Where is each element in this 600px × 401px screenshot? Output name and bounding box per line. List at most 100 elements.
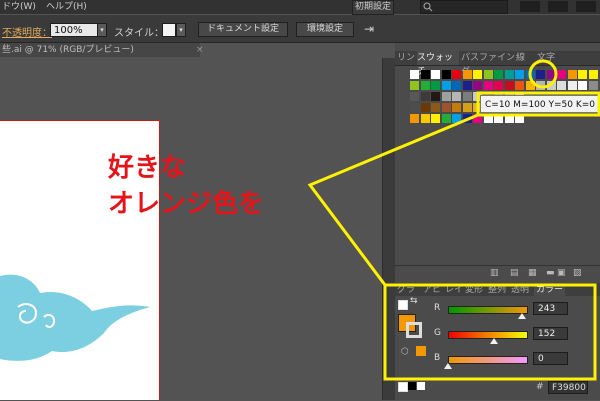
r-slider[interactable]: [448, 306, 528, 314]
close-icon[interactable]: [576, 1, 596, 12]
swatch-cell[interactable]: [462, 70, 472, 79]
stroke-color-box[interactable]: [406, 322, 422, 338]
vertical-scrollbar[interactable]: [382, 58, 395, 400]
opacity-dropdown-icon[interactable]: ▾: [97, 23, 107, 37]
g-slider[interactable]: [448, 331, 528, 339]
swatch-cell[interactable]: [473, 114, 482, 123]
swatch-cell[interactable]: [431, 103, 440, 112]
swatch-cell[interactable]: [504, 81, 514, 90]
swatch-cell[interactable]: [483, 70, 493, 79]
swatch-cell[interactable]: [441, 81, 451, 90]
swatch-cell[interactable]: [515, 81, 524, 90]
swatch-cell[interactable]: [410, 81, 419, 90]
menu-window[interactable]: ドウ(W): [2, 0, 36, 14]
swap-icon[interactable]: ⇆: [410, 296, 418, 306]
maximize-icon[interactable]: [548, 1, 568, 12]
tab-gradient[interactable]: グラ: [397, 283, 415, 297]
style-dropdown-icon[interactable]: ▾: [176, 23, 186, 37]
tab-layers[interactable]: レイ: [445, 283, 463, 297]
swatch-cell[interactable]: [578, 70, 587, 79]
swatch-cell[interactable]: [452, 92, 461, 101]
b-slider[interactable]: [448, 356, 528, 364]
help-search-input[interactable]: [420, 0, 508, 14]
swatch-cell[interactable]: [420, 81, 430, 90]
menu-help[interactable]: ヘルプ(H): [46, 0, 87, 14]
swatch-options-icon[interactable]: ▦: [528, 268, 537, 278]
swatch-cell[interactable]: [410, 92, 419, 101]
style-swatch[interactable]: [162, 23, 176, 37]
show-kinds-icon[interactable]: ▤: [510, 268, 519, 278]
tab-close-icon[interactable]: ×: [196, 45, 204, 55]
tab-links[interactable]: リン: [397, 51, 417, 65]
swatch-cell[interactable]: [441, 70, 451, 79]
b-input[interactable]: 0: [533, 352, 568, 365]
swatch-cell[interactable]: [536, 81, 545, 90]
tab-align[interactable]: 整列: [488, 283, 506, 297]
swatch-cell[interactable]: [441, 92, 451, 101]
swatch-cell[interactable]: [588, 70, 598, 79]
hex-input[interactable]: F39800: [548, 381, 588, 394]
swatch-cell[interactable]: [473, 70, 482, 79]
swatch-cell[interactable]: [452, 81, 461, 90]
swatch-cell[interactable]: [452, 103, 461, 112]
swatch-cell[interactable]: [504, 114, 514, 123]
swatch-cell[interactable]: [462, 92, 472, 101]
swatch-library-icon[interactable]: ▥: [490, 268, 499, 278]
tab-character[interactable]: 文字: [537, 51, 557, 65]
swatch-cell[interactable]: [515, 114, 524, 123]
swatch-cell[interactable]: [441, 114, 451, 123]
swatch-cell[interactable]: [431, 70, 440, 79]
tab-appearance[interactable]: アピ: [423, 283, 441, 297]
swatch-cell[interactable]: [578, 81, 587, 90]
arrange-icon[interactable]: ⇥: [364, 22, 374, 36]
document-settings-button[interactable]: ドキュメント設定: [198, 22, 288, 37]
tab-color[interactable]: カラー: [534, 283, 566, 297]
g-slider-thumb[interactable]: [490, 338, 499, 344]
swatch-cell[interactable]: [504, 70, 514, 79]
new-swatch-icon[interactable]: ▣: [557, 268, 566, 278]
swatch-cell[interactable]: [483, 81, 493, 90]
opacity-label[interactable]: 不透明度：: [2, 24, 52, 39]
workspace-switcher[interactable]: 初期設定▾: [352, 0, 394, 25]
swatch-cell[interactable]: [410, 114, 419, 123]
swatch-cell[interactable]: [546, 70, 556, 79]
swatch-cell[interactable]: [431, 92, 440, 101]
r-input[interactable]: 243: [533, 302, 568, 315]
r-slider-thumb[interactable]: [518, 313, 527, 319]
minimize-icon[interactable]: [520, 1, 540, 12]
tab-pathfinder[interactable]: パスファインダ: [461, 51, 515, 77]
swatch-cell[interactable]: [546, 81, 556, 90]
swatch-cell[interactable]: [483, 114, 493, 123]
swatch-cell[interactable]: [410, 103, 419, 112]
swatch-cell[interactable]: [557, 81, 566, 90]
swatch-cell[interactable]: [420, 114, 430, 123]
swatch-cell[interactable]: [494, 114, 503, 123]
swatch-cell[interactable]: [462, 81, 472, 90]
swatch-cell[interactable]: [462, 103, 472, 112]
tab-transparency[interactable]: 透明: [511, 283, 529, 297]
swatch-cell[interactable]: [494, 70, 503, 79]
delete-icon[interactable]: ▨: [573, 268, 582, 278]
swatch-cell[interactable]: [515, 70, 524, 79]
tab-stroke[interactable]: 線: [516, 51, 530, 65]
swatch-cell[interactable]: [567, 81, 577, 90]
swatch-cell[interactable]: [567, 70, 577, 79]
swatch-cell[interactable]: [431, 81, 440, 90]
swatch-cell[interactable]: [494, 81, 503, 90]
swatch-cell[interactable]: [431, 114, 440, 123]
white-swatch[interactable]: [417, 382, 425, 390]
swatch-cell[interactable]: [473, 81, 482, 90]
swatch-cell[interactable]: [420, 70, 430, 79]
black-swatch[interactable]: [408, 382, 416, 390]
swatch-cell[interactable]: [441, 103, 451, 112]
swatch-cell[interactable]: [452, 70, 461, 79]
preferences-button[interactable]: 環境設定: [296, 22, 354, 37]
web-safe-swatch[interactable]: [416, 346, 426, 356]
swatch-cell[interactable]: [525, 70, 535, 79]
swatch-cell[interactable]: [462, 114, 472, 123]
default-colors-icon[interactable]: [398, 300, 408, 310]
swatch-cell[interactable]: [452, 114, 461, 123]
g-input[interactable]: 152: [533, 327, 568, 340]
swatch-cell[interactable]: [420, 92, 430, 101]
b-slider-thumb[interactable]: [444, 363, 452, 369]
